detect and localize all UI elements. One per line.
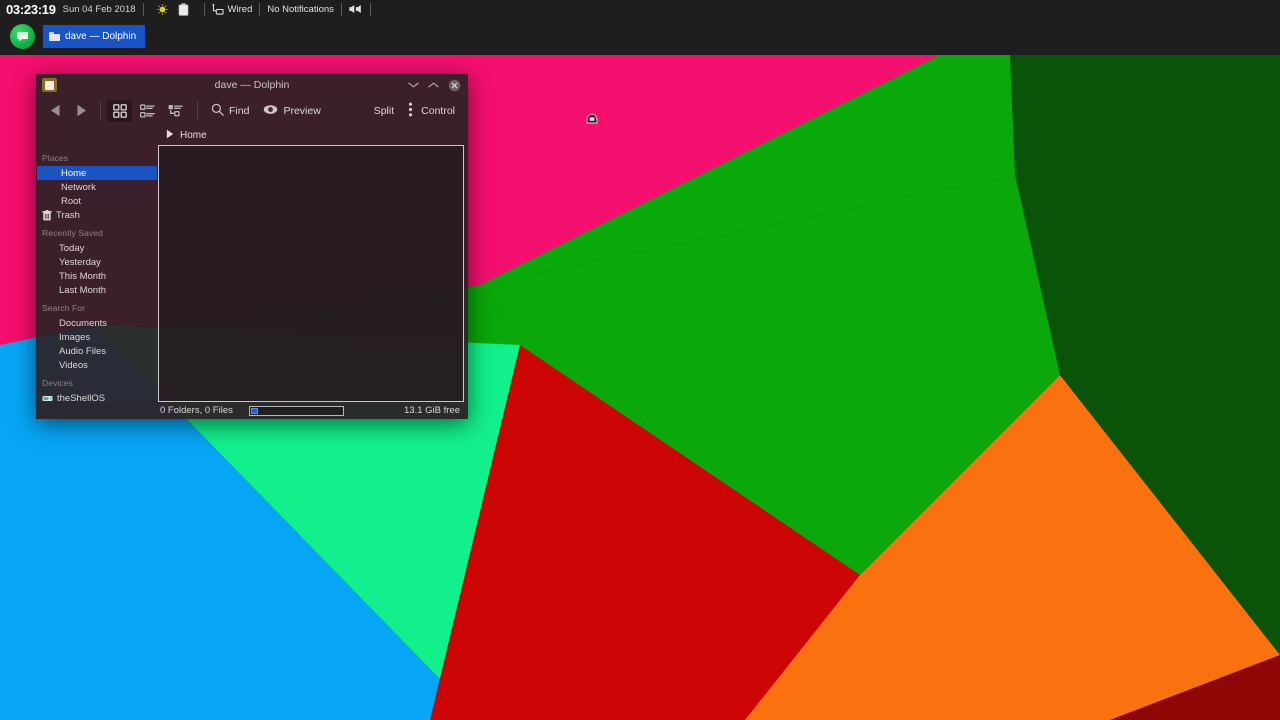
- view-icons-grid-icon[interactable]: [107, 100, 132, 122]
- sidebar-item-label: Images: [59, 332, 90, 343]
- sidebar-item-this-month[interactable]: This Month: [37, 269, 157, 283]
- root-icon: [45, 196, 56, 207]
- sidebar-item-images[interactable]: Images: [37, 330, 157, 344]
- sidebar-group-title: Devices: [36, 372, 158, 391]
- view-tree-columns-icon[interactable]: [163, 100, 188, 122]
- window-title: dave — Dolphin: [36, 79, 468, 91]
- find-label: Find: [229, 105, 249, 117]
- sidebar-item-label: Today: [59, 243, 84, 254]
- sidebar-item-label: Trash: [56, 210, 80, 221]
- taskbar-window-label: dave — Dolphin: [65, 31, 136, 42]
- sidebar-item-trash[interactable]: Trash: [37, 208, 157, 222]
- sidebar-item-label: Videos: [59, 360, 88, 371]
- sidebar-item-theshellos[interactable]: theShellOS: [37, 391, 157, 402]
- window-statusbar: 0 Folders, 0 Files 13.1 GiB free: [36, 402, 468, 419]
- taskbar: dave — Dolphin: [0, 18, 1280, 55]
- find-button[interactable]: Find: [204, 100, 256, 122]
- taskbar-window-button[interactable]: dave — Dolphin: [43, 25, 145, 48]
- split-label: Split: [374, 105, 394, 117]
- url-bar: Home: [36, 125, 468, 145]
- toolbar-divider-2: [197, 102, 198, 120]
- notifications-label: No Notifications: [267, 4, 334, 15]
- trash-icon: [41, 210, 52, 221]
- window-body: Places Home Network Root: [36, 145, 468, 402]
- network-icon: [45, 182, 56, 193]
- status-free-space: 13.1 GiB free: [404, 405, 460, 416]
- network-wired-icon: [212, 4, 224, 15]
- content-area-wrapper: [158, 145, 468, 402]
- folder-icon: [49, 32, 60, 41]
- back-button[interactable]: [42, 100, 68, 122]
- chevron-up-icon[interactable]: [428, 81, 439, 89]
- search-icon: [211, 103, 224, 119]
- view-details-list-icon[interactable]: [135, 100, 160, 122]
- app-launcher-icon[interactable]: [10, 24, 35, 49]
- sidebar-item-label: Network: [61, 182, 96, 193]
- panel-divider-4: [341, 3, 342, 16]
- chevron-down-icon[interactable]: [408, 81, 419, 89]
- toolbar-divider: [100, 102, 101, 120]
- sidebar-item-label: Yesterday: [59, 257, 101, 268]
- sidebar-item-label: theShellOS: [57, 393, 105, 403]
- sidebar-item-label: This Month: [59, 271, 106, 282]
- sidebar-group-title: Recently Saved: [36, 222, 158, 241]
- sidebar-group-title: Search For: [36, 297, 158, 316]
- eye-icon: [263, 104, 278, 118]
- notifications-status[interactable]: No Notifications: [267, 4, 334, 15]
- places-sidebar: Places Home Network Root: [36, 145, 158, 402]
- window-toolbar: Find Preview Split Contr: [36, 96, 468, 125]
- preview-label: Preview: [283, 105, 320, 117]
- sidebar-item-audio-files[interactable]: Audio Files: [37, 344, 157, 358]
- window-titlebar[interactable]: dave — Dolphin: [36, 74, 468, 96]
- zoom-slider[interactable]: [249, 406, 344, 416]
- home-icon: [45, 168, 56, 179]
- sidebar-item-last-month[interactable]: Last Month: [37, 283, 157, 297]
- kebab-menu-icon: [408, 102, 413, 120]
- control-button[interactable]: Control: [401, 100, 462, 122]
- sidebar-item-root[interactable]: Root: [37, 194, 157, 208]
- status-item-count: 0 Folders, 0 Files: [160, 405, 233, 416]
- sidebar-item-label: Last Month: [59, 285, 106, 296]
- sidebar-item-documents[interactable]: Documents: [37, 316, 157, 330]
- top-panel: 03:23:19 Sun 04 Feb 2018 Wired No Notifi…: [0, 0, 1280, 18]
- arrow-left-icon: [50, 104, 61, 117]
- breadcrumb-path: Home: [180, 130, 207, 141]
- network-label: Wired: [228, 4, 253, 15]
- network-status[interactable]: Wired: [212, 4, 253, 15]
- file-list-view[interactable]: [158, 145, 464, 402]
- preview-button[interactable]: Preview: [256, 100, 327, 122]
- sidebar-item-yesterday[interactable]: Yesterday: [37, 255, 157, 269]
- panel-divider-5: [370, 3, 371, 16]
- hard-drive-icon: [42, 393, 53, 403]
- sidebar-item-label: Home: [61, 168, 86, 179]
- close-circle-icon[interactable]: [448, 79, 461, 92]
- arrow-right-icon: [76, 104, 87, 117]
- breadcrumb[interactable]: Home: [158, 126, 207, 144]
- clock[interactable]: 03:23:19: [0, 2, 56, 17]
- triangle-right-icon[interactable]: [166, 126, 174, 144]
- volume-icon[interactable]: [349, 4, 363, 14]
- forward-button[interactable]: [68, 100, 94, 122]
- battery-icon[interactable]: [178, 3, 189, 16]
- panel-divider-2: [204, 3, 205, 16]
- control-label: Control: [421, 105, 455, 117]
- sidebar-item-label: Audio Files: [59, 346, 106, 357]
- brightness-icon[interactable]: [157, 4, 168, 15]
- sidebar-item-label: Root: [61, 196, 81, 207]
- sidebar-item-videos[interactable]: Videos: [37, 358, 157, 372]
- folder-icon: [42, 78, 57, 92]
- sidebar-item-today[interactable]: Today: [37, 241, 157, 255]
- split-button[interactable]: Split: [367, 100, 401, 122]
- sidebar-item-network[interactable]: Network: [37, 180, 157, 194]
- dolphin-window[interactable]: dave — Dolphin: [36, 74, 468, 419]
- panel-divider: [143, 3, 144, 16]
- panel-divider-3: [259, 3, 260, 16]
- sidebar-item-home[interactable]: Home: [37, 166, 157, 180]
- sidebar-group-title: Places: [36, 147, 158, 166]
- zoom-slider-handle[interactable]: [251, 408, 258, 414]
- date-label[interactable]: Sun 04 Feb 2018: [56, 3, 136, 15]
- sidebar-item-label: Documents: [59, 318, 107, 329]
